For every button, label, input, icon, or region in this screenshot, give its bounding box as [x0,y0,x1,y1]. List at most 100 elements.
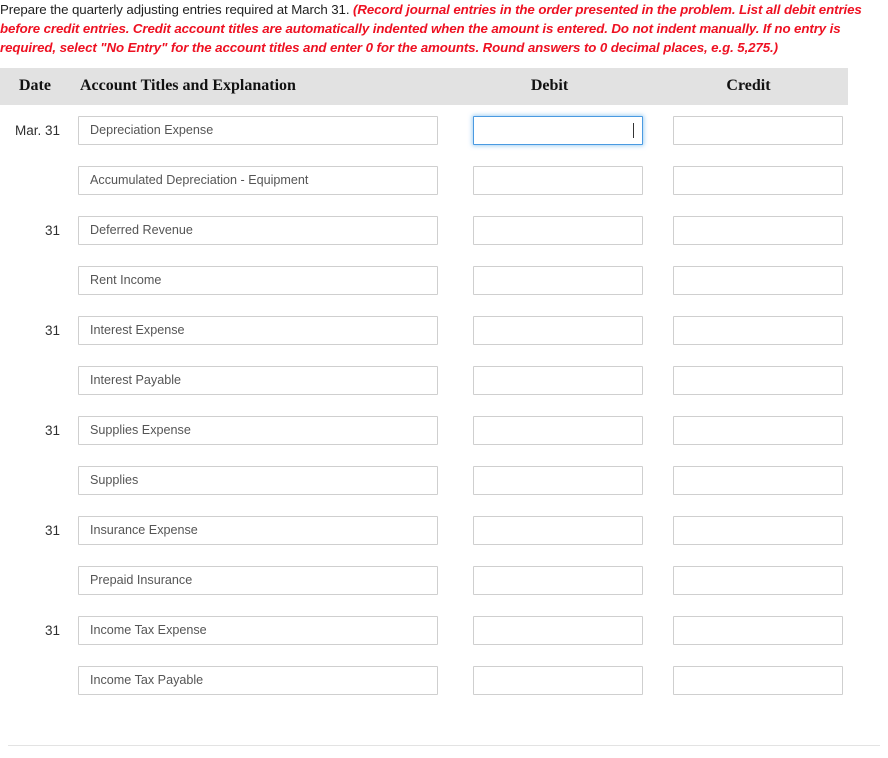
credit-amount-cell [649,405,848,455]
debit-amount-cell [450,155,649,205]
account-title-cell [70,205,450,255]
account-title-input[interactable] [78,515,438,545]
debit-input-wrapper [473,165,643,195]
debit-amount-cell [450,255,649,305]
credit-amount-cell [649,455,848,505]
row-date-label: 31 [44,222,60,238]
account-title-input[interactable] [78,165,438,195]
account-title-input[interactable] [78,465,438,495]
debit-input-wrapper [473,365,643,395]
credit-amount-cell [649,255,848,305]
table-row [0,655,848,705]
row-date-label [0,555,70,605]
debit-input-wrapper [473,465,643,495]
credit-amount-input[interactable] [673,565,843,595]
account-title-input[interactable] [78,115,438,145]
table-row: 31 [0,305,848,355]
debit-amount-input[interactable] [473,665,643,695]
debit-input-wrapper [473,415,643,445]
debit-amount-cell [450,555,649,605]
debit-input-wrapper [473,615,643,645]
table-row [0,355,848,405]
account-title-input[interactable] [78,615,438,645]
debit-input-wrapper [473,515,643,545]
account-title-cell [70,455,450,505]
credit-amount-cell [649,355,848,405]
debit-input-wrapper [473,315,643,345]
debit-amount-input[interactable] [473,415,643,445]
debit-input-wrapper [473,665,643,695]
account-title-input[interactable] [78,265,438,295]
credit-amount-input[interactable] [673,615,843,645]
account-title-cell [70,305,450,355]
debit-amount-cell [450,605,649,655]
account-title-input[interactable] [78,665,438,695]
journal-table-header: Date Account Titles and Explanation Debi… [0,68,848,105]
debit-amount-input[interactable] [473,565,643,595]
account-title-cell [70,505,450,555]
row-date-label [0,455,70,505]
credit-amount-input[interactable] [673,665,843,695]
account-title-input[interactable] [78,315,438,345]
debit-input-wrapper [473,265,643,295]
credit-amount-cell [649,105,848,155]
debit-amount-input[interactable] [473,515,643,545]
column-header-credit: Credit [649,68,848,105]
credit-amount-cell [649,505,848,555]
row-date-label: 31 [44,622,60,638]
debit-amount-input[interactable] [473,215,643,245]
credit-amount-input[interactable] [673,515,843,545]
account-title-input[interactable] [78,415,438,445]
debit-amount-cell [450,505,649,555]
account-title-cell [70,355,450,405]
debit-amount-input[interactable] [473,165,643,195]
credit-amount-cell [649,305,848,355]
credit-amount-cell [649,155,848,205]
account-title-input[interactable] [78,365,438,395]
row-date-label [0,655,70,705]
table-row: 31 [0,505,848,555]
debit-amount-input[interactable] [473,315,643,345]
credit-amount-input[interactable] [673,415,843,445]
credit-amount-input[interactable] [673,115,843,145]
debit-input-wrapper [473,565,643,595]
account-title-cell [70,555,450,605]
row-date-label: 31 [44,322,60,338]
column-header-account-titles: Account Titles and Explanation [70,68,450,105]
credit-amount-cell [649,555,848,605]
credit-amount-input[interactable] [673,165,843,195]
account-title-input[interactable] [78,565,438,595]
header-row: Date Account Titles and Explanation Debi… [0,68,848,105]
row-date-label [0,155,70,205]
account-title-input[interactable] [78,215,438,245]
table-row: Mar. 31 [0,105,848,155]
debit-amount-input[interactable] [473,615,643,645]
credit-amount-input[interactable] [673,215,843,245]
credit-amount-input[interactable] [673,465,843,495]
problem-instructions: Prepare the quarterly adjusting entries … [0,0,888,57]
journal-table-body: Mar. 31 31 31 31 31 31 [0,105,848,705]
debit-amount-input[interactable] [473,115,643,145]
debit-amount-input[interactable] [473,465,643,495]
debit-amount-cell [450,355,649,405]
table-row: 31 [0,205,848,255]
debit-amount-cell [450,655,649,705]
debit-input-wrapper [473,215,643,245]
table-row [0,255,848,305]
credit-amount-input[interactable] [673,265,843,295]
debit-amount-cell [450,405,649,455]
credit-amount-cell [649,605,848,655]
debit-amount-input[interactable] [473,365,643,395]
account-title-cell [70,655,450,705]
credit-amount-cell [649,205,848,255]
credit-amount-input[interactable] [673,365,843,395]
column-header-date: Date [0,68,70,105]
row-date-label [0,355,70,405]
debit-amount-cell [450,305,649,355]
text-caret [633,122,634,138]
credit-amount-input[interactable] [673,315,843,345]
debit-amount-input[interactable] [473,265,643,295]
account-title-cell [70,405,450,455]
table-row [0,155,848,205]
table-row [0,455,848,505]
